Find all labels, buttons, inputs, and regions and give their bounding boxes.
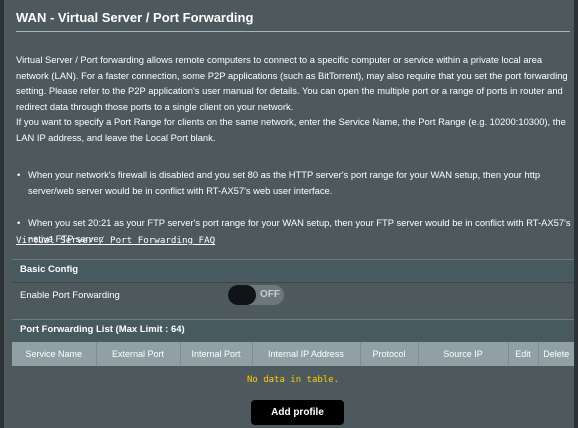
- port-forwarding-table: Service Name External Port Internal Port…: [12, 342, 574, 394]
- port-forwarding-panel: WAN - Virtual Server / Port Forwarding V…: [0, 0, 578, 428]
- note-item: • When your network's firewall is disabl…: [16, 167, 574, 198]
- table-row: No data in table.: [12, 366, 574, 394]
- table-header-row: Service Name External Port Internal Port…: [12, 342, 574, 366]
- port-forwarding-list-header: Port Forwarding List (Max Limit : 64): [12, 319, 574, 340]
- column-header-external-port: External Port: [96, 342, 181, 366]
- title-divider: [16, 31, 570, 32]
- description-paragraph-1: Virtual Server / Port forwarding allows …: [16, 54, 568, 112]
- bullet-icon: •: [17, 217, 21, 228]
- enable-port-forwarding-label: Enable Port Forwarding: [12, 282, 574, 308]
- bullet-icon: •: [17, 169, 21, 180]
- page-description: Virtual Server / Port forwarding allows …: [16, 52, 576, 145]
- basic-config-header: Basic Config: [12, 259, 574, 280]
- note-text: When your network's firewall is disabled…: [28, 169, 541, 196]
- column-header-protocol: Protocol: [360, 342, 419, 366]
- column-header-delete: Delete: [538, 342, 574, 366]
- column-header-internal-ip: Internal IP Address: [252, 342, 361, 366]
- column-header-source-ip: Source IP: [418, 342, 509, 366]
- column-header-service-name: Service Name: [12, 342, 97, 366]
- column-header-edit: Edit: [508, 342, 539, 366]
- toggle-state-label: OFF: [260, 289, 280, 300]
- toggle-knob: [228, 285, 256, 305]
- description-paragraph-2: If you want to specify a Port Range for …: [16, 116, 566, 143]
- empty-table-message: No data in table.: [12, 366, 574, 394]
- column-header-internal-port: Internal Port: [180, 342, 253, 366]
- faq-link[interactable]: Virtual Server / Port Forwarding FAQ: [16, 235, 215, 246]
- page-title: WAN - Virtual Server / Port Forwarding: [16, 10, 254, 25]
- enable-port-forwarding-toggle[interactable]: OFF: [228, 285, 284, 305]
- add-profile-button[interactable]: Add profile: [251, 400, 344, 425]
